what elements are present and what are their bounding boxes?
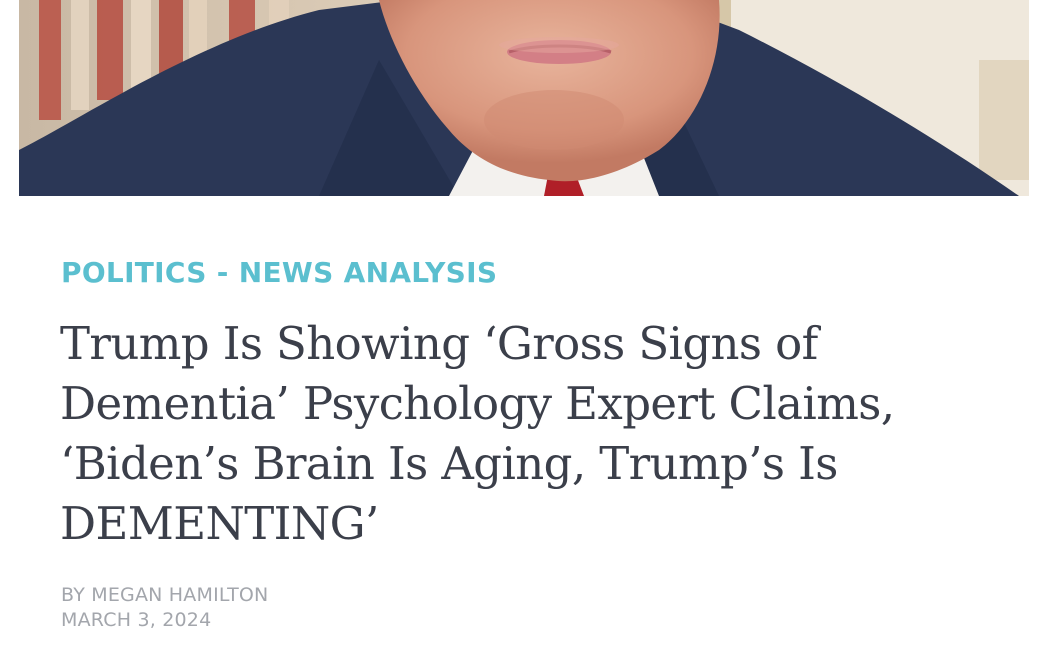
hero-image (19, 0, 1029, 196)
author-name[interactable]: BY MEGAN HAMILTON (61, 583, 268, 608)
hero-photo (19, 0, 1029, 196)
article-headline: Trump Is Showing ‘Gross Signs of Dementi… (60, 317, 895, 550)
category-label[interactable]: POLITICS - NEWS ANALYSIS (61, 256, 497, 289)
byline: BY MEGAN HAMILTON MARCH 3, 2024 (61, 583, 268, 633)
publish-date: MARCH 3, 2024 (61, 609, 212, 631)
